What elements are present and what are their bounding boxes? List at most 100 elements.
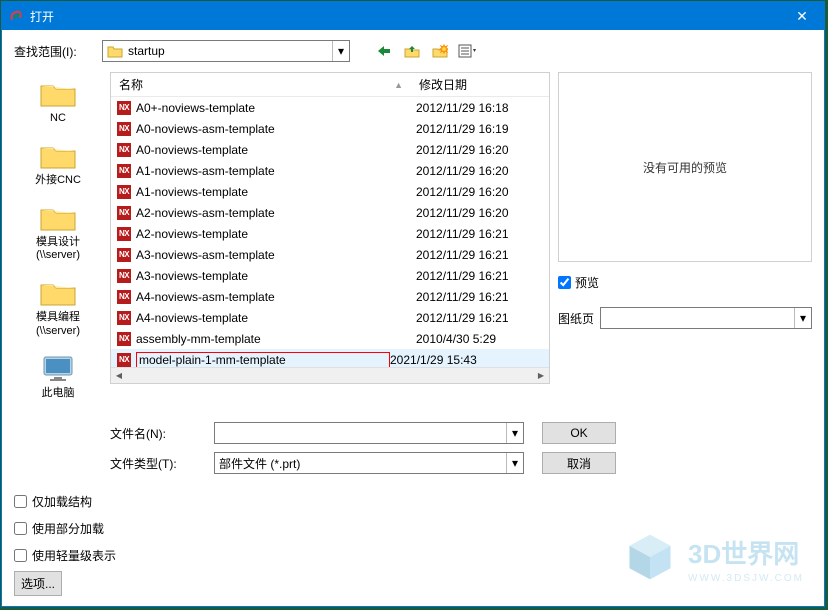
dropdown-arrow-icon[interactable]: ▾ xyxy=(506,423,523,443)
cancel-button[interactable]: 取消 xyxy=(542,452,616,474)
app-icon xyxy=(8,8,24,24)
file-name: A0-noviews-template xyxy=(136,143,416,157)
file-row[interactable]: NXA3-noviews-asm-template2012/11/29 16:2… xyxy=(111,244,549,265)
sidebar-item-3[interactable]: 模具编程 (\\server) xyxy=(14,271,102,343)
nx-file-icon: NX xyxy=(117,122,131,136)
file-row[interactable]: NXA4-noviews-asm-template2012/11/29 16:2… xyxy=(111,286,549,307)
titlebar: 打开 ✕ xyxy=(2,2,824,30)
nx-file-icon: NX xyxy=(117,269,131,283)
file-date: 2012/11/29 16:20 xyxy=(416,164,509,178)
file-row[interactable]: NXassembly-mm-template2010/4/30 5:29 xyxy=(111,328,549,349)
back-icon[interactable] xyxy=(374,41,394,61)
dropdown-arrow-icon[interactable]: ▾ xyxy=(506,453,523,473)
up-icon[interactable] xyxy=(402,41,422,61)
sidebar-item-1[interactable]: 外接CNC xyxy=(14,134,102,192)
file-date: 2012/11/29 16:21 xyxy=(416,248,509,262)
sidebar-item-label: 外接CNC xyxy=(14,174,102,188)
file-date: 2012/11/29 16:18 xyxy=(416,101,509,115)
folder-icon xyxy=(38,76,78,110)
sidebar-item-label: NC xyxy=(14,112,102,126)
dropdown-arrow-icon[interactable]: ▾ xyxy=(794,308,811,328)
file-date: 2012/11/29 16:19 xyxy=(416,122,509,136)
filetype-label: 文件类型(T): xyxy=(110,455,214,472)
file-date: 2021/1/29 15:43 xyxy=(390,353,477,367)
window-title: 打开 xyxy=(30,8,54,25)
file-name: assembly-mm-template xyxy=(136,332,416,346)
sidebar-item-4[interactable]: 此电脑 xyxy=(14,347,102,405)
file-row[interactable]: NX A3-noviews-template2012/11/29 16:21 xyxy=(111,265,549,286)
nx-file-icon: NX xyxy=(117,248,131,262)
file-row[interactable]: NX A0-noviews-template2012/11/29 16:20 xyxy=(111,139,549,160)
preview-checkbox[interactable]: 预览 xyxy=(558,274,812,291)
scroll-right-icon[interactable]: ▶ xyxy=(533,368,549,384)
nx-file-icon: NX xyxy=(117,311,131,325)
sidebar-item-label: 此电脑 xyxy=(14,387,102,401)
filetype-combo[interactable]: 部件文件 (*.prt) ▾ xyxy=(214,452,524,474)
file-row[interactable]: NX A4-noviews-template2012/11/29 16:21 xyxy=(111,307,549,328)
sidebar-item-2[interactable]: 模具设计 (\\server) xyxy=(14,196,102,268)
nx-file-icon: NX xyxy=(117,143,131,157)
list-header: 名称 ▲ 修改日期 xyxy=(111,73,549,97)
folder-icon xyxy=(38,138,78,172)
nx-file-icon: NX xyxy=(117,332,131,346)
file-name: A2-noviews-template xyxy=(136,227,416,241)
preview-empty-text: 没有可用的预览 xyxy=(643,159,727,176)
file-name: A1-noviews-asm-template xyxy=(136,164,416,178)
file-row[interactable]: NX A2-noviews-template2012/11/29 16:21 xyxy=(111,223,549,244)
file-date: 2012/11/29 16:20 xyxy=(416,143,509,157)
places-sidebar: NC 外接CNC 模具设计 (\\server) 模具编程 (\\server) 此电脑 xyxy=(14,72,102,404)
view-menu-icon[interactable] xyxy=(458,41,478,61)
partial-load-checkbox[interactable]: 使用部分加载 xyxy=(14,520,116,537)
folder-icon xyxy=(38,275,78,309)
page-combo[interactable]: ▾ xyxy=(600,307,812,329)
lookin-label: 查找范围(I): xyxy=(14,43,102,60)
preview-panel: 没有可用的预览 xyxy=(558,72,812,262)
horizontal-scrollbar[interactable]: ◀ ▶ xyxy=(111,367,549,383)
file-name: A1-noviews-template xyxy=(136,185,416,199)
filename-label: 文件名(N): xyxy=(110,425,214,442)
file-row[interactable]: NX A2-noviews-asm-template2012/11/29 16:2… xyxy=(111,202,549,223)
file-row[interactable]: NX A1-noviews-asm-template2012/11/29 16:2… xyxy=(111,160,549,181)
watermark: 3D世界网 WWW.3DSJW.COM xyxy=(622,529,804,588)
nx-file-icon: NX xyxy=(117,290,131,304)
file-name: A3-noviews-template xyxy=(136,269,416,283)
lookin-combo[interactable]: startup ▾ xyxy=(102,40,350,62)
sidebar-item-label: 模具编程 (\\server) xyxy=(14,311,102,339)
nx-file-icon: NX xyxy=(117,101,131,115)
file-name: A4-noviews-template xyxy=(136,311,416,325)
options-button[interactable]: 选项... xyxy=(14,571,62,596)
filename-combo[interactable]: ▾ xyxy=(214,422,524,444)
cube-icon xyxy=(622,529,678,588)
close-button[interactable]: ✕ xyxy=(780,2,824,30)
load-structure-checkbox[interactable]: 仅加载结构 xyxy=(14,493,116,510)
file-name: A0+-noviews-template xyxy=(136,101,416,115)
ok-button[interactable]: OK xyxy=(542,422,616,444)
nx-file-icon: NX xyxy=(117,206,131,220)
new-folder-icon[interactable] xyxy=(430,41,450,61)
column-name[interactable]: 名称 ▲ xyxy=(111,73,411,96)
folder-icon xyxy=(107,44,123,58)
file-name: model-plain-1-mm-template xyxy=(136,352,390,368)
pc-icon xyxy=(38,351,78,385)
page-label: 图纸页 xyxy=(558,310,594,327)
lightweight-checkbox[interactable]: 使用轻量级表示 xyxy=(14,547,116,564)
file-name: A2-noviews-asm-template xyxy=(136,206,416,220)
file-date: 2012/11/29 16:21 xyxy=(416,311,509,325)
file-date: 2012/11/29 16:20 xyxy=(416,206,509,220)
file-list[interactable]: 名称 ▲ 修改日期 NXA0+-noviews-template2012/11/… xyxy=(110,72,550,384)
dropdown-arrow-icon[interactable]: ▾ xyxy=(332,41,349,61)
file-row[interactable]: NX A0+-noviews-template2012/11/29 16:18 xyxy=(111,97,549,118)
file-row[interactable]: NX A0-noviews-asm-template2012/11/29 16:1… xyxy=(111,118,549,139)
scroll-left-icon[interactable]: ◀ xyxy=(111,368,127,384)
sidebar-item-0[interactable]: NC xyxy=(14,72,102,130)
file-name: A4-noviews-asm-template xyxy=(136,290,416,304)
file-row[interactable]: NXA1-noviews-template2012/11/29 16:20 xyxy=(111,181,549,202)
nx-file-icon: NX xyxy=(117,353,131,367)
column-date[interactable]: 修改日期 xyxy=(411,73,549,96)
file-name: A0-noviews-asm-template xyxy=(136,122,416,136)
file-date: 2012/11/29 16:21 xyxy=(416,227,509,241)
nx-file-icon: NX xyxy=(117,227,131,241)
file-date: 2012/11/29 16:21 xyxy=(416,269,509,283)
nx-file-icon: NX xyxy=(117,164,131,178)
file-row[interactable]: NX model-plain-1-mm-template2021/1/29 15:… xyxy=(111,349,549,367)
